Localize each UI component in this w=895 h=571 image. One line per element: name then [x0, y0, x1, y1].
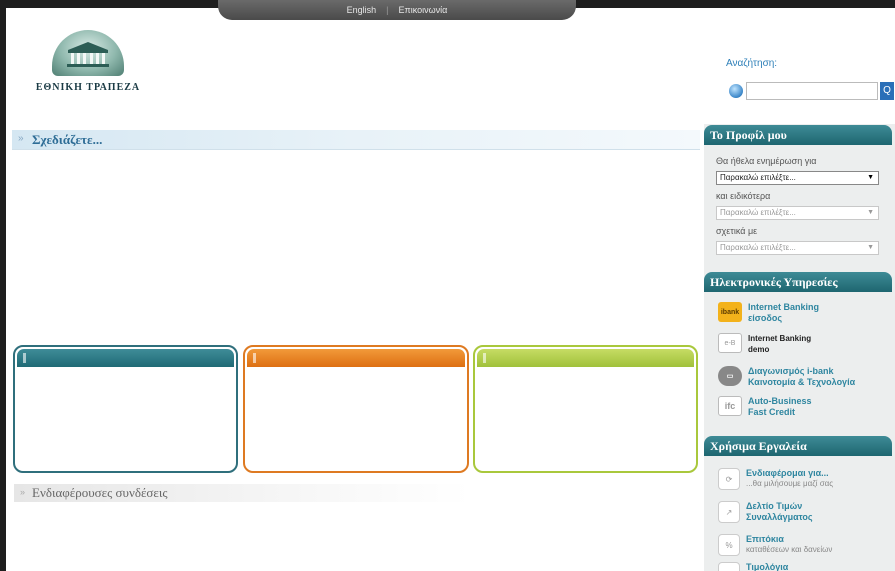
tool-interest-rates[interactable]: % Επιτόκια καταθέσεων και δανείων	[718, 534, 832, 556]
top-nav: English | Επικοινωνία	[218, 0, 576, 20]
service-text: Internet Banking demo	[748, 333, 811, 355]
tool-exchange-rates[interactable]: ↗ Δελτίο Τιμών Συναλλάγματος	[718, 501, 813, 523]
bank-logo[interactable]: ΕΘΝΙΚΗ ΤΡΑΠΕΖΑ	[28, 30, 148, 102]
refresh-icon: ⟳	[718, 468, 740, 490]
tools-panel-title: Χρήσιμα Εργαλεία	[704, 436, 892, 456]
profile-label-2: και ειδικότερα	[716, 191, 771, 201]
feature-card-green[interactable]	[473, 345, 698, 473]
document-icon: ≡	[718, 562, 740, 571]
dropdown-arrow-icon: ▼	[867, 174, 874, 181]
percent-icon: %	[718, 534, 740, 556]
ifc-icon: ifc	[718, 396, 742, 416]
service-ibank-demo[interactable]: e-B Internet Banking demo	[718, 333, 811, 355]
links-section-title: Ενδιαφέρουσες συνδέσεις	[32, 485, 168, 500]
tool-subtitle: καταθέσεων και δανείων	[746, 545, 833, 554]
profile-label-1: Θα ήθελα ενημέρωση για	[716, 156, 817, 166]
bank-building-icon	[52, 30, 124, 76]
nav-separator: |	[386, 5, 389, 15]
service-text: Auto-Business Fast Credit	[748, 396, 812, 418]
window-frame-left	[0, 0, 6, 571]
tool-text: Ενδιαφέρομαι για... ...θα μιλήσουμε μαζί…	[746, 468, 833, 489]
service-line2: Καινοτομία & Τεχνολογία	[748, 377, 856, 387]
card-header	[247, 349, 465, 367]
select-value: Παρακαλώ επιλέξτε...	[720, 173, 796, 182]
service-auto-business[interactable]: ifc Auto-Business Fast Credit	[718, 396, 812, 418]
profile-select-1[interactable]: Παρακαλώ επιλέξτε... ▼	[716, 171, 879, 185]
search-label: Αναζήτηση:	[726, 58, 778, 69]
service-text: Διαγωνισμός i-bank Καινοτομία & Τεχνολογ…	[748, 366, 855, 388]
tool-text: Δελτίο Τιμών Συναλλάγματος	[746, 501, 813, 523]
search-input[interactable]	[746, 82, 878, 100]
bank-name: ΕΘΝΙΚΗ ΤΡΑΠΕΖΑ	[35, 82, 141, 93]
service-line1: Auto-Business	[748, 396, 812, 406]
plan-section-title: Σχεδιάζετε...	[32, 132, 103, 147]
card-marker	[483, 353, 486, 363]
card-header	[477, 349, 694, 367]
demo-icon: e-B	[718, 333, 742, 353]
tool-text: Τιμολόγια	[746, 562, 788, 571]
tool-subtitle: ...θα μιλήσουμε μαζί σας	[746, 479, 834, 488]
links-section-header: » Ενδιαφέρουσες συνδέσεις	[14, 484, 470, 502]
card-header	[17, 349, 234, 367]
profile-select-3[interactable]: Παρακαλώ επιλέξτε... ▼	[716, 241, 879, 255]
tool-pricing[interactable]: ≡ Τιμολόγια	[718, 562, 788, 571]
select-value: Παρακαλώ επιλέξτε...	[720, 243, 796, 252]
tool-interested[interactable]: ⟳ Ενδιαφέρομαι για... ...θα μιλήσουμε μα…	[718, 468, 833, 490]
card-marker	[253, 353, 256, 363]
double-arrow-icon: »	[20, 487, 26, 497]
service-line1: Διαγωνισμός i-bank	[748, 366, 834, 376]
plan-section-header: » Σχεδιάζετε...	[12, 130, 700, 150]
chat-bubble-icon: ▭	[718, 366, 742, 386]
service-ibank-contest[interactable]: ▭ Διαγωνισμός i-bank Καινοτομία & Τεχνολ…	[718, 366, 855, 388]
globe-icon	[729, 84, 743, 98]
tool-title: Ενδιαφέρομαι για...	[746, 468, 829, 478]
services-panel-title: Ηλεκτρονικές Υπηρεσίες	[704, 272, 892, 292]
ibank-icon: ibank	[718, 302, 742, 322]
profile-panel-title: Το Προφίλ μου	[704, 125, 892, 145]
search-button[interactable]: Q	[880, 82, 894, 100]
service-line2: Fast Credit	[748, 407, 796, 417]
profile-select-2[interactable]: Παρακαλώ επιλέξτε... ▼	[716, 206, 879, 220]
tool-title: Τιμολόγια	[746, 562, 789, 571]
contact-link[interactable]: Επικοινωνία	[399, 5, 448, 15]
service-line1: Internet Banking	[748, 302, 820, 312]
service-line2: είσοδος	[748, 313, 783, 323]
dropdown-arrow-icon: ▼	[867, 209, 874, 216]
tool-title: Δελτίο Τιμών	[746, 501, 803, 511]
service-line2: demo	[748, 345, 770, 354]
profile-label-3: σχετικά με	[716, 226, 758, 236]
tool-title: Επιτόκια	[746, 534, 784, 544]
card-marker	[23, 353, 26, 363]
service-text: Internet Banking είσοδος	[748, 302, 819, 324]
feature-card-teal[interactable]	[13, 345, 238, 473]
tool-text: Επιτόκια καταθέσεων και δανείων	[746, 534, 832, 555]
english-link[interactable]: English	[347, 5, 377, 15]
tool-title-line2: Συναλλάγματος	[746, 512, 813, 522]
service-line1: Internet Banking	[748, 334, 812, 343]
chart-icon: ↗	[718, 501, 740, 523]
service-ibank-login[interactable]: ibank Internet Banking είσοδος	[718, 302, 819, 324]
double-arrow-icon: »	[18, 133, 24, 144]
dropdown-arrow-icon: ▼	[867, 244, 874, 251]
feature-card-orange[interactable]	[243, 345, 469, 473]
select-value: Παρακαλώ επιλέξτε...	[720, 208, 796, 217]
